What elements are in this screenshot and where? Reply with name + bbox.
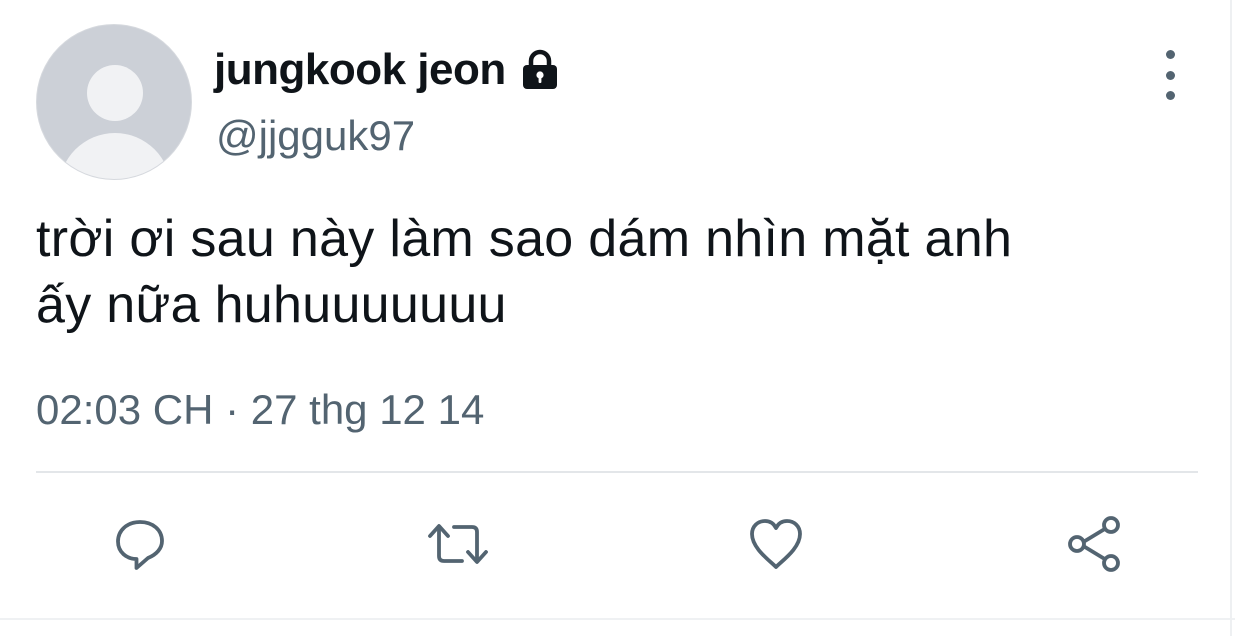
lock-icon bbox=[518, 48, 562, 92]
more-vertical-icon-dot bbox=[1165, 91, 1175, 100]
reply-icon bbox=[116, 520, 164, 570]
right-edge-divider bbox=[1230, 0, 1232, 636]
share-button[interactable] bbox=[1062, 512, 1126, 576]
tweet-text: trời ơi sau này làm sao dám nhìn mặt anh… bbox=[36, 206, 1186, 338]
avatar[interactable] bbox=[36, 24, 192, 180]
share-icon bbox=[1068, 516, 1120, 572]
tweet-timestamp[interactable]: 02:03 CH · 27 thg 12 14 bbox=[36, 386, 484, 434]
user-name-row: jungkook jeon bbox=[214, 42, 562, 98]
more-options-button[interactable] bbox=[1150, 50, 1190, 100]
retweet-button[interactable] bbox=[426, 512, 490, 576]
more-vertical-icon bbox=[1165, 50, 1175, 59]
avatar-head bbox=[87, 65, 143, 121]
avatar-body bbox=[59, 133, 171, 179]
reply-button[interactable] bbox=[108, 512, 172, 576]
tweet-text-line: trời ơi sau này làm sao dám nhìn mặt anh bbox=[36, 210, 1013, 268]
tweet: jungkook jeon @jjgguk97 trời ơi sau này … bbox=[0, 0, 1235, 636]
like-button[interactable] bbox=[744, 512, 808, 576]
tweet-text-line: ấy nữa huhuuuuuuu bbox=[36, 276, 507, 334]
heart-icon bbox=[750, 519, 802, 569]
bottom-divider bbox=[0, 618, 1235, 620]
display-name[interactable]: jungkook jeon bbox=[214, 45, 506, 95]
user-handle[interactable]: @jjgguk97 bbox=[216, 112, 415, 160]
more-vertical-icon-dot bbox=[1165, 70, 1175, 80]
retweet-icon bbox=[428, 524, 488, 564]
divider bbox=[36, 471, 1198, 473]
